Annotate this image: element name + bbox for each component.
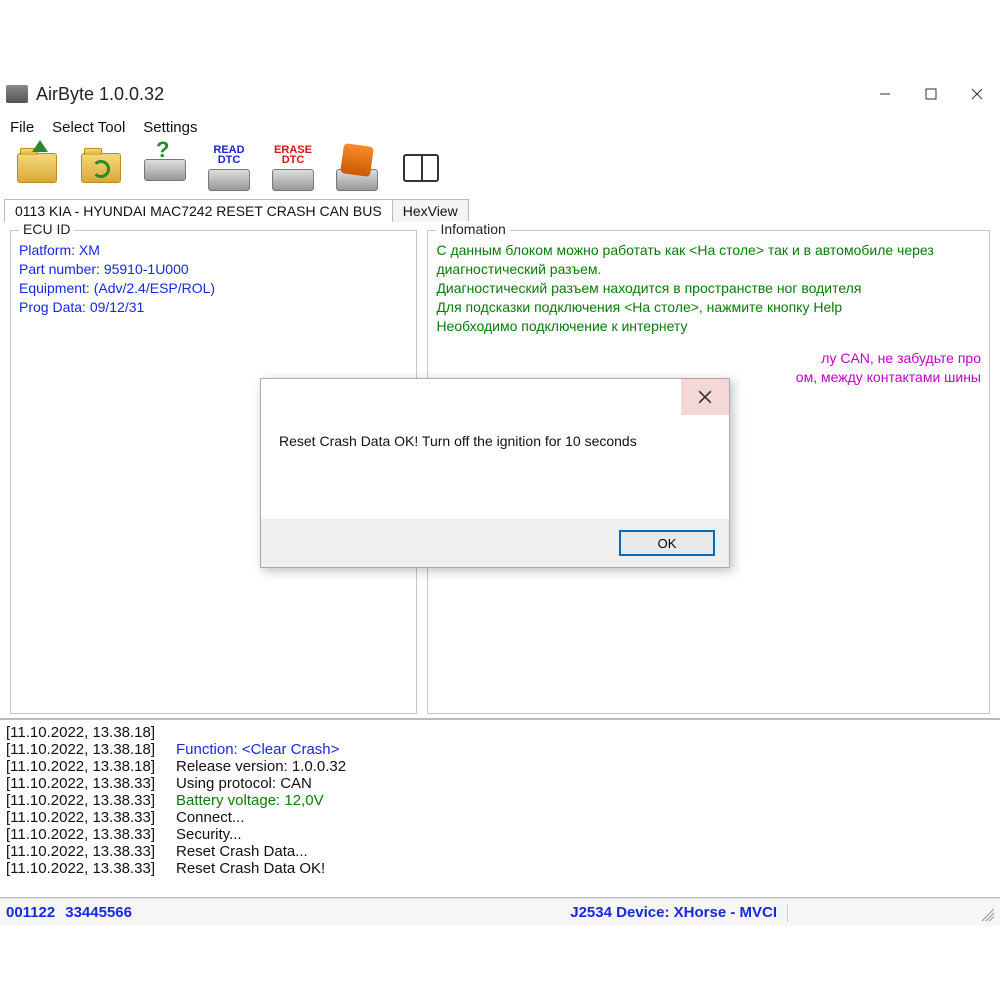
log-timestamp: [11.10.2022, 13.38.18] [6,724,176,741]
info-line-3: Для подсказки подключения <На столе>, на… [436,298,981,317]
status-left-2: 33445566 [65,904,132,921]
log-message: Battery voltage: 12,0V [176,792,324,809]
dialog-footer: OK [261,519,729,567]
folder-reload-icon [81,153,121,183]
erase-dtc-button[interactable]: ERASE DTC [262,143,324,193]
write-box-icon [340,143,374,177]
status-left-1: 001122 [6,904,55,921]
tab-main[interactable]: 0113 KIA - HYUNDAI MAC7242 RESET CRASH C… [4,199,393,222]
ecu-prog-data: Prog Data: 09/12/31 [19,298,408,317]
reload-button[interactable] [70,143,132,193]
log-row: [11.10.2022, 13.38.33]Reset Crash Data..… [6,843,994,860]
menu-settings[interactable]: Settings [143,119,197,136]
help-button[interactable]: ? [134,143,196,193]
log-message: Using protocol: CAN [176,775,312,792]
erase-dtc-label-2: DTC [282,155,305,165]
log-timestamp: [11.10.2022, 13.38.18] [6,758,176,775]
info-line-4: Необходимо подключение к интернету [436,317,981,336]
log-timestamp: [11.10.2022, 13.38.33] [6,826,176,843]
book-icon [403,154,439,182]
read-dtc-label-2: DTC [218,155,241,165]
dialog-ok-button[interactable]: OK [619,530,715,556]
window-title: AirByte 1.0.0.32 [36,84,862,105]
dialog-titlebar [261,379,729,415]
log-row: [11.10.2022, 13.38.33]Battery voltage: 1… [6,792,994,809]
ecu-equipment: Equipment: (Adv/2.4/ESP/ROL) [19,279,408,298]
message-dialog: Reset Crash Data OK! Turn off the igniti… [260,378,730,568]
info-line-2: Диагностический разъем находится в прост… [436,279,981,298]
resize-grip-icon[interactable] [978,905,994,921]
log-timestamp: [11.10.2022, 13.38.18] [6,741,176,758]
log-message: Release version: 1.0.0.32 [176,758,346,775]
log-message: Reset Crash Data... [176,843,308,860]
log-message: Reset Crash Data OK! [176,860,325,877]
log-timestamp: [11.10.2022, 13.38.33] [6,809,176,826]
log-panel[interactable]: [11.10.2022, 13.38.18][11.10.2022, 13.38… [0,718,1000,898]
log-timestamp: [11.10.2022, 13.38.33] [6,843,176,860]
information-legend: Infomation [436,221,509,237]
menu-select-tool[interactable]: Select Tool [52,119,125,136]
log-row: [11.10.2022, 13.38.33]Using protocol: CA… [6,775,994,792]
question-mark-icon: ? [156,137,169,163]
log-timestamp: [11.10.2022, 13.38.33] [6,775,176,792]
status-separator [787,904,788,922]
log-row: [11.10.2022, 13.38.33]Connect... [6,809,994,826]
log-timestamp: [11.10.2022, 13.38.33] [6,792,176,809]
dialog-message: Reset Crash Data OK! Turn off the igniti… [261,415,729,519]
read-dtc-button[interactable]: READ DTC [198,143,260,193]
folder-open-icon [17,153,57,183]
drive-read-icon [208,169,250,191]
menubar: File Select Tool Settings [0,114,1000,140]
log-message: Security... [176,826,242,843]
status-bar: 001122 33445566 J2534 Device: XHorse - M… [0,898,1000,926]
info-warn-1: лу CAN, не забудьте про [436,349,981,368]
log-timestamp: [11.10.2022, 13.38.33] [6,860,176,877]
dialog-close-button[interactable] [681,379,729,415]
tab-strip: 0113 KIA - HYUNDAI MAC7242 RESET CRASH C… [0,196,1000,222]
drive-erase-icon [272,169,314,191]
app-icon [6,85,28,103]
ecu-part-number: Part number: 95910-1U000 [19,260,408,279]
log-row: [11.10.2022, 13.38.33]Security... [6,826,994,843]
log-message: Function: <Clear Crash> [176,741,339,758]
tab-hexview[interactable]: HexView [392,199,469,222]
status-device: J2534 Device: XHorse - MVCI [570,904,777,921]
ecu-id-legend: ECU ID [19,221,74,237]
titlebar: AirByte 1.0.0.32 [0,74,1000,114]
menu-file[interactable]: File [10,119,34,136]
close-button[interactable] [954,78,1000,110]
info-line-1: С данным блоком можно работать как <На с… [436,241,981,279]
log-row: [11.10.2022, 13.38.18]Release version: 1… [6,758,994,775]
toolbar: ? READ DTC ERASE DTC [0,140,1000,196]
manual-button[interactable] [390,143,452,193]
log-row: [11.10.2022, 13.38.18]Function: <Clear C… [6,741,994,758]
write-button[interactable] [326,143,388,193]
ecu-platform: Platform: XM [19,241,408,260]
open-button[interactable] [6,143,68,193]
minimize-button[interactable] [862,78,908,110]
log-message: Connect... [176,809,244,826]
maximize-button[interactable] [908,78,954,110]
log-row: [11.10.2022, 13.38.18] [6,724,994,741]
log-row: [11.10.2022, 13.38.33]Reset Crash Data O… [6,860,994,877]
